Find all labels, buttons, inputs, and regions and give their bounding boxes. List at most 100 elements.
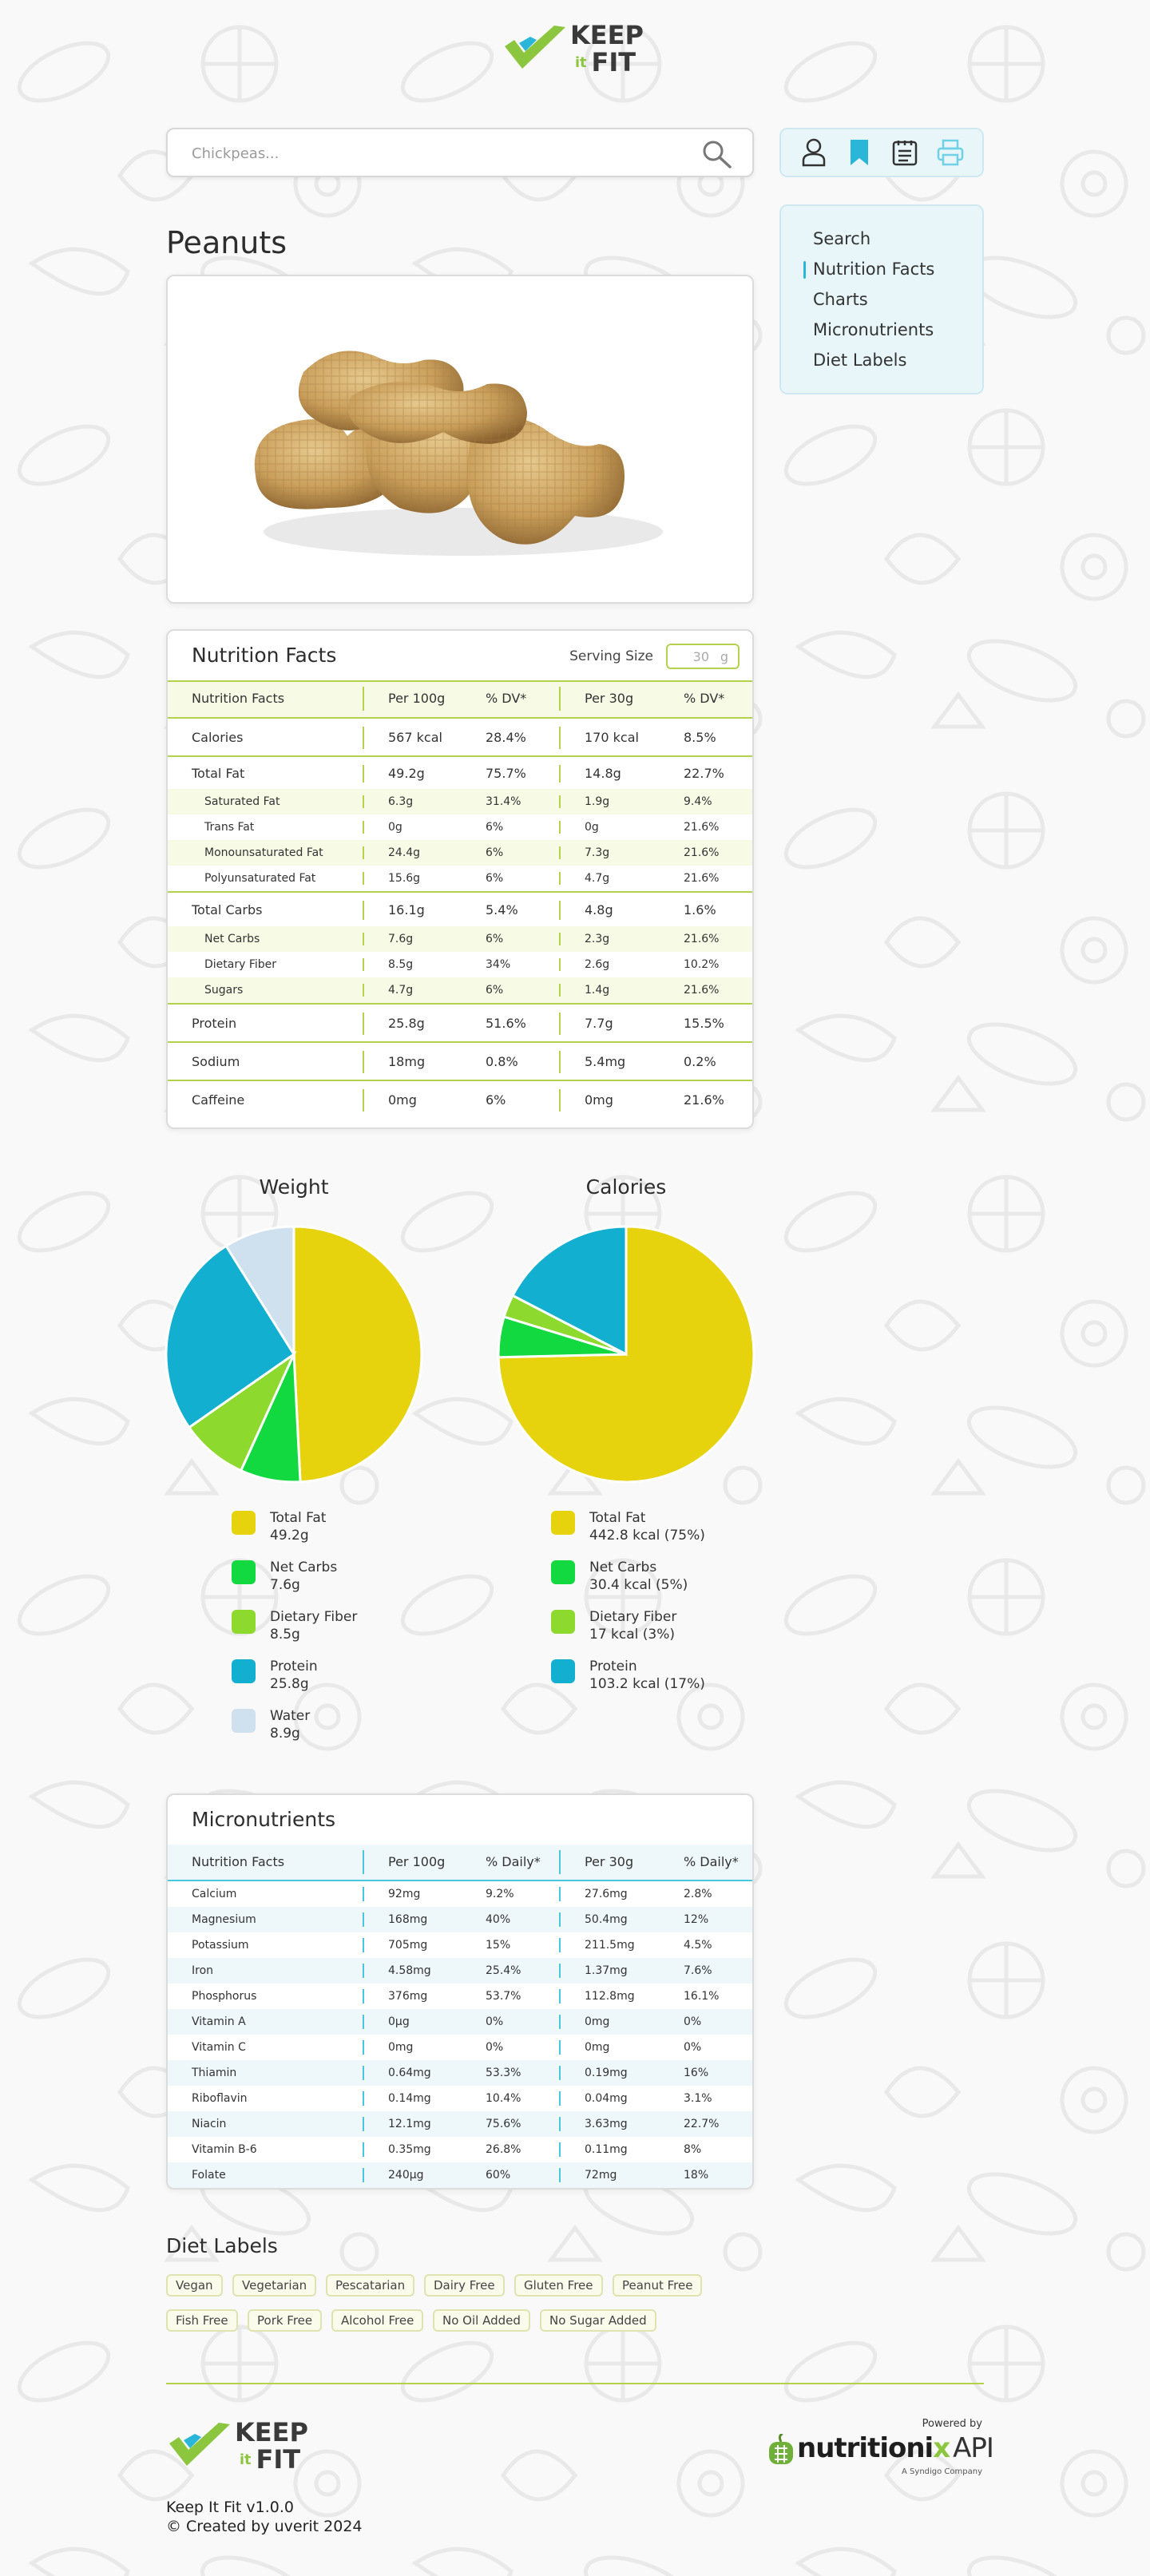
- dv-100g-value: 6%: [486, 846, 504, 859]
- legend-label: Dietary Fiber: [589, 1609, 677, 1625]
- header-top-border: [168, 680, 752, 682]
- per-serving-value: 27.6mg: [585, 1888, 628, 1900]
- column-divider: [559, 933, 561, 945]
- legend-label: Water: [270, 1708, 311, 1724]
- header-cell: Nutrition Facts: [192, 691, 285, 706]
- column-divider: [559, 1013, 561, 1035]
- diet-label-tag[interactable]: Dairy Free: [424, 2274, 505, 2297]
- profile-button[interactable]: [798, 137, 830, 168]
- legend-item[interactable]: Total Fat 442.8 kcal (75%): [551, 1509, 705, 1544]
- legend-item[interactable]: Water 8.9g: [232, 1707, 310, 1742]
- legend-item[interactable]: Dietary Fiber 8.5g: [232, 1608, 357, 1643]
- nutritionix-apple-icon: [769, 2434, 793, 2464]
- per-100g-value: 4.58mg: [388, 1964, 431, 1977]
- brand-logo[interactable]: KEEP it FIT: [502, 22, 644, 75]
- daily-serving-value: 0%: [684, 2041, 702, 2054]
- footer-divider: [166, 2383, 984, 2384]
- diet-label-tag[interactable]: Vegan: [166, 2274, 223, 2297]
- search-input[interactable]: [192, 141, 671, 166]
- legend-swatch: [232, 1511, 256, 1535]
- diet-label-tag[interactable]: No Sugar Added: [540, 2309, 656, 2332]
- micronutrients-table: Nutrition Facts Per 100g % Daily* Per 30g % …: [168, 1845, 752, 2188]
- notes-button[interactable]: [889, 137, 921, 168]
- print-icon: [937, 139, 963, 166]
- nav-item-charts[interactable]: Charts: [813, 284, 982, 315]
- app-version: Keep It Fit v1.0.0: [166, 2499, 294, 2516]
- per-serving-value: 211.5mg: [585, 1939, 635, 1952]
- section-divider: [168, 1080, 752, 1081]
- column-divider: [363, 1938, 364, 1952]
- logo-word-keep: KEEP: [570, 20, 644, 50]
- legend-item[interactable]: Protein 103.2 kcal (17%): [551, 1658, 705, 1693]
- section-divider: [168, 1041, 752, 1043]
- column-divider: [363, 958, 364, 971]
- toolbar: [779, 128, 984, 177]
- per-100g-value: 16.1g: [388, 902, 425, 917]
- serving-size-input[interactable]: [668, 645, 716, 668]
- column-divider: [559, 2168, 561, 2182]
- legend-label: Protein: [589, 1659, 637, 1674]
- nav-item-micronutrients[interactable]: Micronutrients: [813, 315, 982, 345]
- nav-item-search[interactable]: Search: [813, 224, 982, 254]
- legend-item[interactable]: Dietary Fiber 17 kcal (3%): [551, 1608, 676, 1643]
- legend-item[interactable]: Protein 25.8g: [232, 1658, 318, 1693]
- weight-pie-chart: [165, 1225, 423, 1484]
- legend-item[interactable]: Net Carbs 30.4 kcal (5%): [551, 1559, 688, 1594]
- powered-by-badge[interactable]: Powered by nutritionix API A Syndigo Comp…: [765, 2418, 994, 2476]
- per-100g-value: 240µg: [388, 2169, 424, 2182]
- legend-item[interactable]: Total Fat 49.2g: [232, 1509, 326, 1544]
- dv-100g-value: 6%: [486, 933, 504, 945]
- logo-word-it: it: [575, 55, 587, 72]
- dv-serving-value: 21.6%: [684, 933, 720, 945]
- column-divider: [559, 2117, 561, 2131]
- legend-swatch: [551, 1659, 575, 1683]
- print-button[interactable]: [934, 137, 966, 168]
- column-divider: [363, 2168, 364, 2182]
- nav-item-nutrition-facts[interactable]: Nutrition Facts: [803, 254, 982, 284]
- nutrient-name: Vitamin A: [192, 2015, 246, 2028]
- diet-label-tag[interactable]: Fish Free: [166, 2309, 238, 2332]
- legend-text: Water 8.9g: [270, 1707, 310, 1742]
- diet-label-tag[interactable]: Vegetarian: [232, 2274, 317, 2297]
- daily-100g-value: 53.3%: [486, 2067, 521, 2079]
- daily-100g-value: 53.7%: [486, 1990, 521, 2003]
- per-serving-value: 0.11mg: [585, 2143, 628, 2156]
- bookmark-button[interactable]: [843, 137, 875, 168]
- per-serving-value: 4.8g: [585, 902, 613, 917]
- header-cell: Per 100g: [388, 691, 446, 706]
- diet-label-tag[interactable]: Pescatarian: [326, 2274, 415, 2297]
- weight-chart-title: Weight: [259, 1175, 329, 1199]
- table-row: Sugars 4.7g 6% 1.4g 21.6%: [168, 977, 752, 1003]
- diet-label-tag[interactable]: Pork Free: [248, 2309, 323, 2332]
- header-cell: % Daily*: [486, 1854, 541, 1869]
- serving-size-label: Serving Size: [569, 648, 653, 664]
- per-serving-value: 0g: [585, 821, 599, 834]
- column-divider: [363, 795, 364, 808]
- diet-label-tag[interactable]: No Oil Added: [433, 2309, 530, 2332]
- column-divider: [363, 2142, 364, 2157]
- diet-label-tag[interactable]: Peanut Free: [613, 2274, 703, 2297]
- nutrient-name: Niacin: [192, 2118, 227, 2130]
- search-button[interactable]: [701, 139, 733, 169]
- per-100g-value: 0mg: [388, 2041, 414, 2054]
- per-serving-value: 50.4mg: [585, 1913, 628, 1926]
- per-serving-value: 1.9g: [585, 795, 610, 808]
- legend-item[interactable]: Net Carbs 7.6g: [232, 1559, 337, 1594]
- daily-100g-value: 0%: [486, 2015, 504, 2028]
- dv-100g-value: 51.6%: [486, 1016, 526, 1031]
- diet-label-tag[interactable]: Gluten Free: [514, 2274, 603, 2297]
- footer-brand-logo[interactable]: KEEP it FIT: [166, 2419, 308, 2472]
- weight-slice-total-fat[interactable]: [292, 1225, 423, 1484]
- per-serving-value: 3.63mg: [585, 2118, 628, 2130]
- column-divider: [559, 765, 561, 783]
- legend-text: Dietary Fiber 8.5g: [270, 1608, 357, 1643]
- diet-label-tag[interactable]: Alcohol Free: [331, 2309, 424, 2332]
- column-divider: [363, 2015, 364, 2029]
- serving-size-control: Serving Size g: [569, 644, 740, 669]
- table-row: Dietary Fiber 8.5g 34% 2.6g 10.2%: [168, 952, 752, 977]
- daily-100g-value: 40%: [486, 1913, 511, 1926]
- nav-item-diet-labels[interactable]: Diet Labels: [813, 345, 982, 375]
- nutrient-name: Dietary Fiber: [204, 958, 277, 971]
- dv-serving-value: 9.4%: [684, 795, 712, 808]
- legend-label: Dietary Fiber: [270, 1609, 358, 1625]
